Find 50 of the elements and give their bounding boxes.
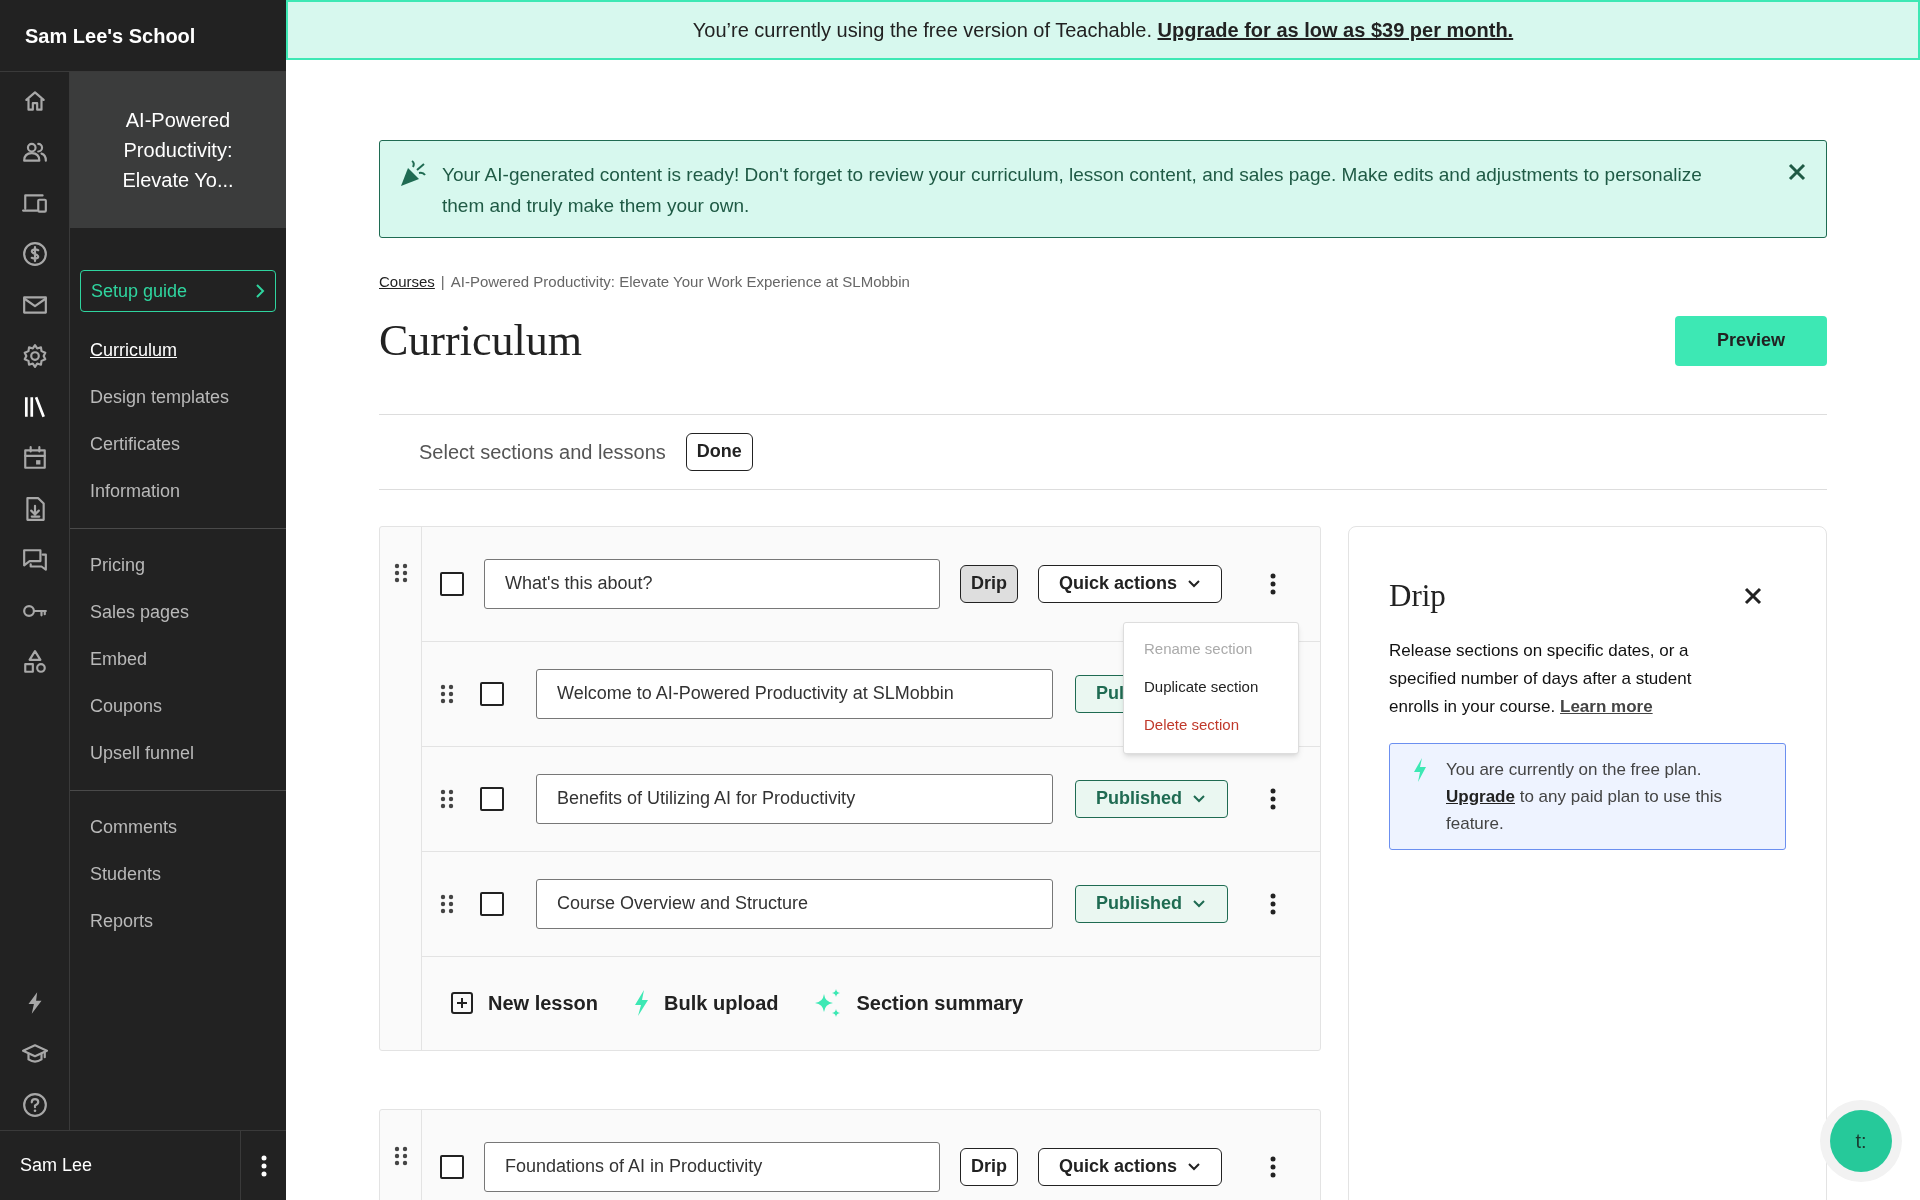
input-field[interactable]: Benefits of Utilizing AI for Productivity: [536, 773, 1053, 824]
input-field[interactable]: Welcome to AI-Powered Productivity at SLMobbin: [536, 668, 1053, 719]
quick-actions-dropdown[interactable]: Quick actions: [1038, 1147, 1223, 1186]
nav-link[interactable]: Comments: [90, 813, 266, 842]
action-label: Bulk upload: [664, 991, 779, 1016]
panel-title: Drip: [1389, 576, 1446, 615]
drip-button[interactable]: Drip: [960, 1147, 1018, 1186]
select-label: Select sections and lessons: [419, 439, 666, 465]
action-label: Section summary: [856, 991, 1024, 1016]
nav-link[interactable]: Design templates: [90, 383, 266, 412]
status-dropdown[interactable]: Published: [1075, 779, 1228, 818]
drip-button[interactable]: Drip: [960, 564, 1018, 603]
nav-link[interactable]: Upsell funnel: [90, 739, 266, 768]
nav-link[interactable]: Certificates: [90, 430, 266, 459]
nav-link[interactable]: Curriculum: [90, 336, 266, 365]
status-dropdown[interactable]: Published: [1075, 884, 1228, 923]
input-field[interactable]: What's this about?: [484, 558, 940, 609]
alert-message: Your AI-generated content is ready! Don't forget to review your curriculum, lesson content, and sales page. Make edits and adjustments to personalize them and truly make them your own.: [442, 163, 1703, 218]
footer-action[interactable]: Bulk upload: [632, 988, 779, 1018]
input-field[interactable]: Foundations of AI in Productivity: [484, 1141, 940, 1192]
nav-link[interactable]: Embed: [90, 645, 266, 674]
drip-description: Release sections on specific dates, or a specified number of days after a student enrolls in your course. Learn more: [1389, 640, 1693, 718]
nav-link[interactable]: Information: [90, 477, 266, 506]
breadcrumb-current: AI-Powered Productivity: Elevate Your Work Experience at SLMobbin: [450, 272, 910, 292]
input-field[interactable]: Course Overview and Structure: [536, 878, 1053, 929]
setup-guide-button[interactable]: Setup guide: [80, 270, 276, 312]
nav-link[interactable]: Sales pages: [90, 598, 266, 627]
nav-link[interactable]: Students: [90, 860, 266, 889]
breadcrumb-link[interactable]: Courses: [379, 271, 435, 294]
action-label: New lesson: [488, 991, 599, 1016]
school-name: Sam Lee's School: [25, 23, 196, 49]
upgrade-link[interactable]: Upgrade: [1446, 787, 1515, 806]
page-title: Curriculum: [379, 314, 582, 367]
preview-button[interactable]: Preview: [1675, 315, 1827, 366]
menu-item[interactable]: Duplicate section: [1124, 668, 1298, 707]
menu-item[interactable]: Delete section: [1124, 706, 1298, 745]
nav-link[interactable]: Pricing: [90, 551, 266, 580]
breadcrumb-separator: |: [440, 272, 445, 292]
upgrade-link[interactable]: Upgrade for as low as $39 per month.: [1157, 19, 1514, 41]
notice-text: You are currently on the free plan. Upgrade to any paid plan to use this feature.: [1446, 759, 1723, 835]
user-name: Sam Lee: [20, 1154, 93, 1177]
footer-action[interactable]: Section summary: [812, 988, 1024, 1018]
done-button[interactable]: Done: [685, 432, 753, 471]
quick-actions-dropdown[interactable]: Quick actions: [1038, 564, 1223, 603]
banner-text: You’re currently using the free version of Teachable. Upgrade for as low as $39 per month.: [692, 18, 1514, 43]
nav-link[interactable]: Reports: [90, 907, 266, 936]
footer-action[interactable]: New lesson: [450, 988, 599, 1018]
course-title: AI-Powered Productivity: Elevate Yo...: [121, 108, 235, 193]
nav-link[interactable]: Coupons: [90, 692, 266, 721]
learn-more-link[interactable]: Learn more: [1560, 697, 1653, 716]
